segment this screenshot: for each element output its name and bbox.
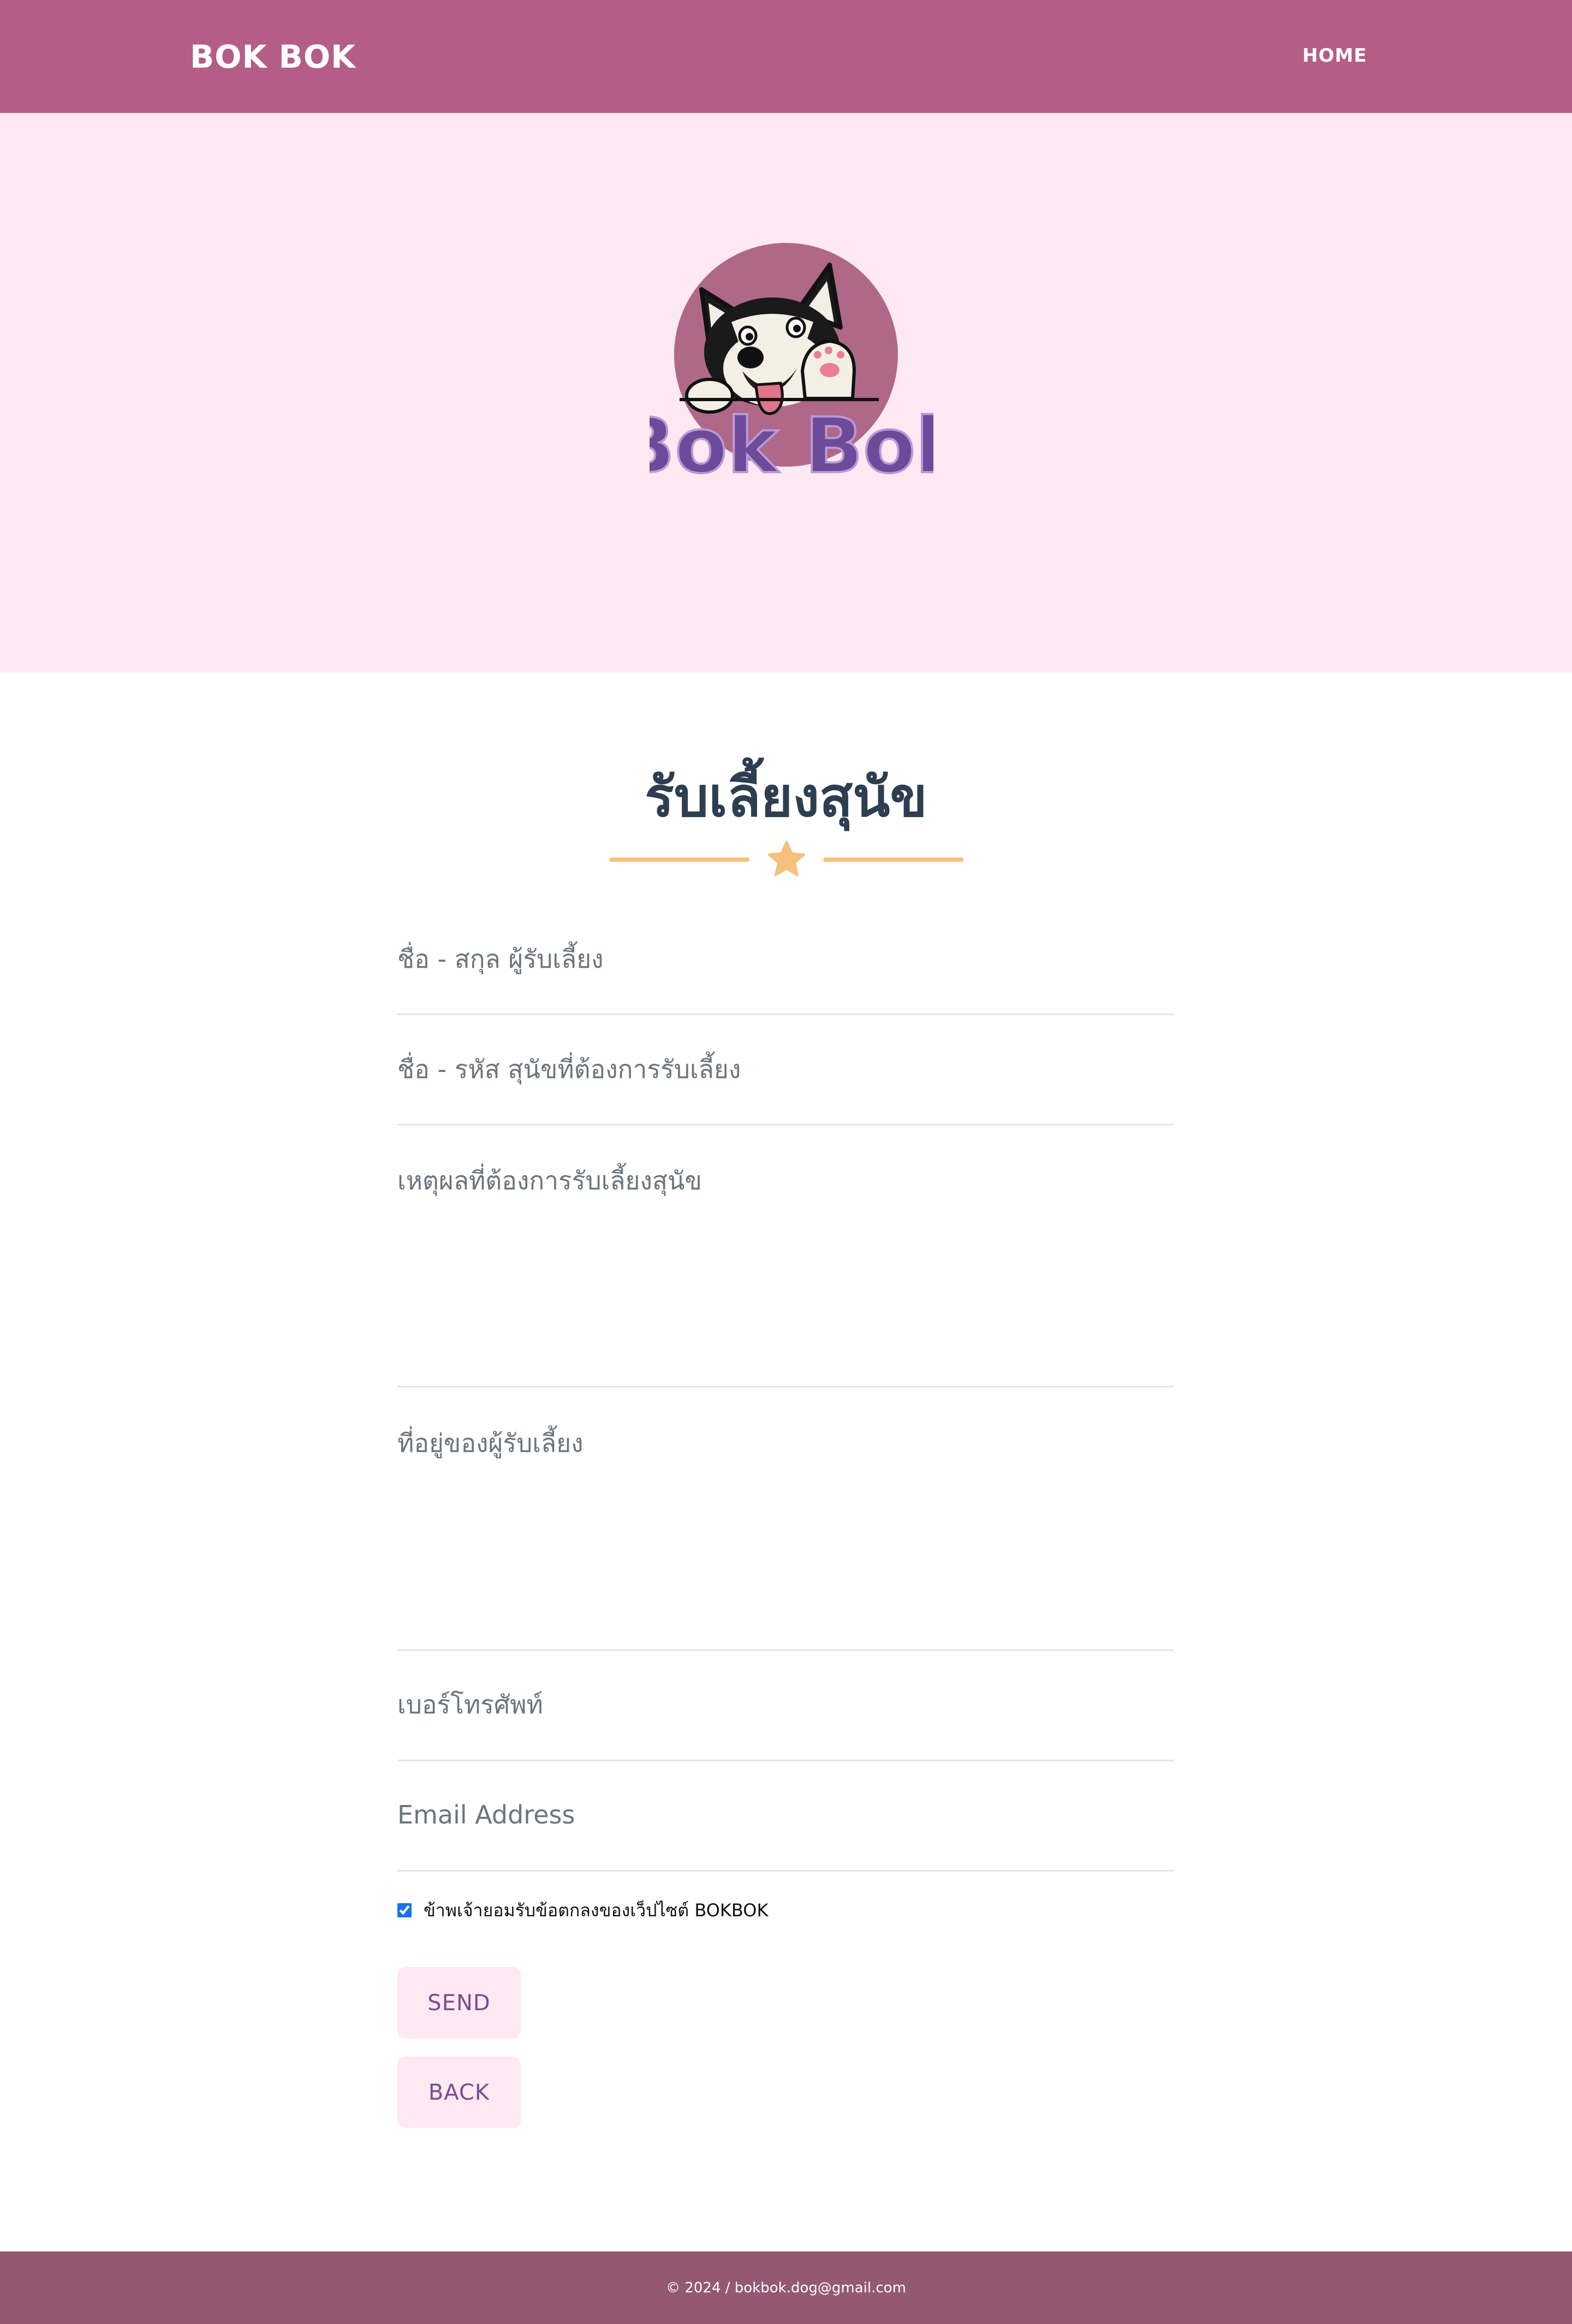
title-divider-right <box>823 857 963 862</box>
owner-name-input[interactable] <box>397 936 1174 982</box>
bokbok-logo: Bok Bok <box>650 243 933 491</box>
back-button[interactable]: BACK <box>397 2057 521 2128</box>
email-input[interactable] <box>397 1792 1174 1838</box>
footer: © 2024 / bokbok.dog@gmail.com <box>0 2251 1572 2324</box>
page-title: รับเลี้ยงสุนัข <box>645 765 927 829</box>
owner-name-field <box>397 936 1174 1015</box>
title-divider-left <box>609 857 749 862</box>
terms-label: ข้าพเจ้ายอมรับข้อตกลงของเว็ปไซต์ BOKBOK <box>424 1900 769 1921</box>
phone-input[interactable] <box>397 1682 1174 1727</box>
email-field <box>397 1792 1174 1872</box>
phone-field <box>397 1682 1174 1761</box>
nav-home-link[interactable]: HOME <box>1302 44 1367 68</box>
reason-textarea[interactable] <box>397 1157 1174 1386</box>
send-button[interactable]: SEND <box>397 1967 521 2039</box>
brand-logo-link[interactable]: BOK BOK <box>190 36 356 78</box>
star-icon <box>767 840 806 877</box>
dog-name-field <box>397 1046 1174 1125</box>
address-textarea[interactable] <box>397 1419 1174 1649</box>
terms-checkbox[interactable] <box>397 1903 412 1917</box>
logo-text: Bok Bok <box>650 402 933 491</box>
footer-copyright: © 2024 / bokbok.dog@gmail.com <box>666 2279 906 2296</box>
dog-name-input[interactable] <box>397 1046 1174 1092</box>
reason-field <box>397 1157 1174 1387</box>
address-field <box>397 1419 1174 1651</box>
navbar: BOK BOK HOME <box>0 0 1572 113</box>
terms-row: ข้าพเจ้ายอมรับข้อตกลงของเว็ปไซต์ BOKBOK <box>397 1899 768 1921</box>
